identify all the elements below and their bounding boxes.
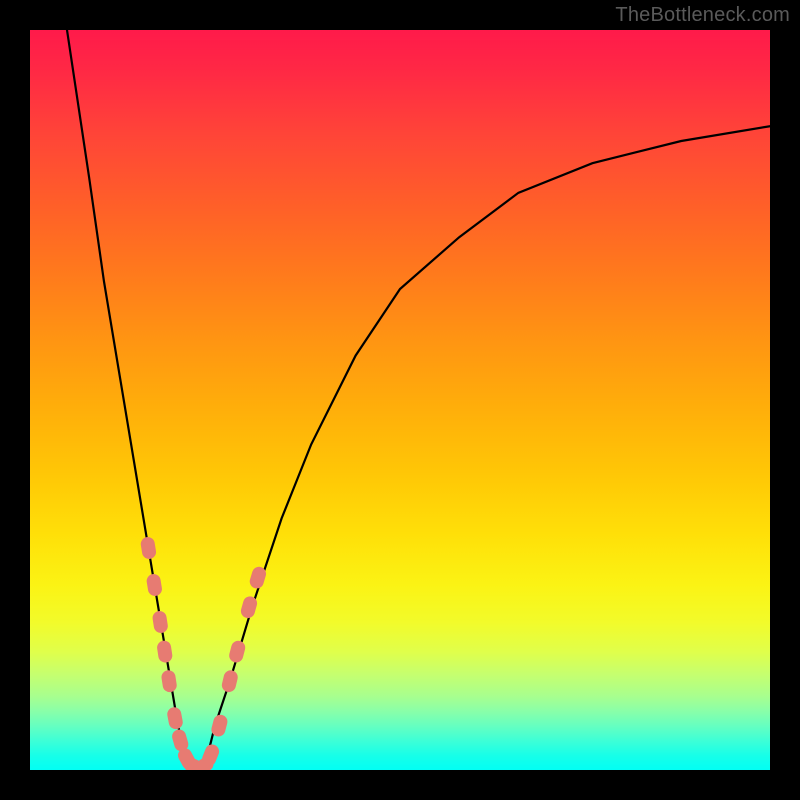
marker-group: [140, 536, 268, 770]
plot-area: [30, 30, 770, 770]
curve-marker: [140, 536, 157, 560]
chart-frame: TheBottleneck.com: [0, 0, 800, 800]
curve-marker: [166, 706, 184, 730]
watermark-text: TheBottleneck.com: [615, 4, 790, 27]
curve-marker: [156, 640, 173, 664]
curve-layer: [30, 30, 770, 770]
curve-marker: [220, 669, 239, 694]
bottleneck-curve: [67, 30, 770, 770]
curve-marker: [152, 610, 169, 634]
curve-marker: [160, 669, 177, 693]
curve-marker: [228, 639, 247, 664]
curve-marker: [146, 573, 163, 597]
